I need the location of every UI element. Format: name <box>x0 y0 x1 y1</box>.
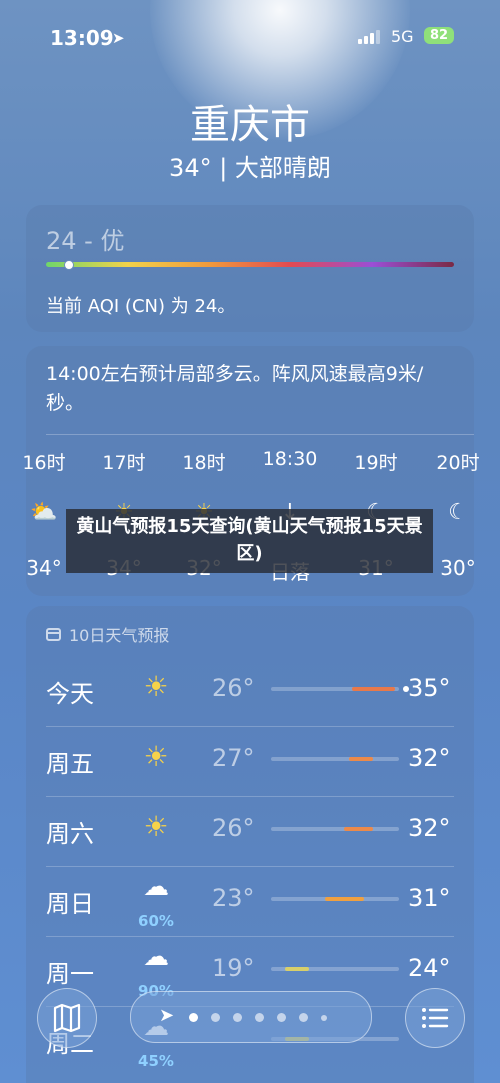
low-temp: 19° <box>212 954 255 982</box>
battery-indicator: 82 <box>424 27 455 44</box>
low-temp: 26° <box>212 814 255 842</box>
sun-icon: ☀ <box>143 810 169 843</box>
hourly-description: 14:00左右预计局部多云。阵风风速最高9米/秒。 <box>46 363 424 414</box>
high-temp: 32° <box>408 744 451 772</box>
aqi-description: 当前 AQI (CN) 为 24。 <box>46 296 236 317</box>
sun-icon: ☀ <box>143 670 169 703</box>
day-row[interactable]: 周日 ☁ 60% 23° 31° <box>26 866 474 936</box>
day-label: 今天 <box>46 680 94 708</box>
precip-chance: 60% <box>138 912 174 930</box>
hour-label: 18:30 <box>262 448 318 470</box>
aqi-value: 24 - 优 <box>46 227 125 255</box>
page-dot[interactable] <box>321 1015 327 1021</box>
high-temp: 24° <box>408 954 451 982</box>
cloud-rain-icon: ☁ <box>143 942 169 972</box>
city-name: 重庆市 <box>190 102 310 148</box>
temp-range-fill <box>325 897 364 901</box>
temp-range-fill <box>343 827 373 831</box>
high-temp: 35° <box>408 674 451 702</box>
list-button[interactable] <box>405 988 465 1048</box>
page-dot[interactable] <box>255 1013 264 1022</box>
temp-range-track <box>271 757 399 761</box>
page-dot[interactable] <box>211 1013 220 1022</box>
daily-header-label: 10日天气预报 <box>69 626 170 645</box>
temp-range-fill <box>285 967 309 971</box>
low-temp: 23° <box>212 884 255 912</box>
aqi-indicator <box>64 260 74 270</box>
page-dot[interactable] <box>277 1013 286 1022</box>
list-icon <box>422 1008 449 1028</box>
daily-header: 10日天气预报 <box>46 622 169 646</box>
low-temp: 27° <box>212 744 255 772</box>
day-row[interactable]: 今天 ☀ 26° 35° <box>26 656 474 726</box>
temp-range-track <box>271 827 399 831</box>
current-condition: 34° | 大部晴朗 <box>169 154 331 182</box>
location-arrow-icon: ➤ <box>112 29 125 47</box>
status-bar: 13:09 ➤ 5G 82 <box>0 26 500 50</box>
hour-label: 16时 <box>22 452 66 474</box>
high-temp: 32° <box>408 814 451 842</box>
sun-icon: ☀ <box>143 740 169 773</box>
day-label: 周一 <box>46 960 94 988</box>
location-arrow-icon: ➤ <box>159 1005 175 1026</box>
day-label: 周日 <box>46 890 94 918</box>
bottom-toolbar: ➤ <box>0 985 500 1055</box>
day-row[interactable]: 周六 ☀ 26° 32° <box>26 796 474 866</box>
cloud-rain-icon: ☁ <box>143 872 169 902</box>
divider <box>46 434 474 435</box>
high-temp: 31° <box>408 884 451 912</box>
signal-icon <box>358 30 380 44</box>
aqi-scale-bar <box>46 262 454 267</box>
network-label: 5G <box>391 27 414 46</box>
map-icon <box>53 1003 81 1033</box>
day-row[interactable]: 周五 ☀ 27° 32° <box>26 726 474 796</box>
page-dot[interactable] <box>299 1013 308 1022</box>
page-indicator[interactable]: ➤ <box>130 991 372 1043</box>
aqi-card[interactable]: 24 - 优 当前 AQI (CN) 为 24。 <box>26 205 474 332</box>
temp-range-fill <box>349 757 373 761</box>
hour-label: 19时 <box>354 452 398 474</box>
temp-range-track <box>271 897 399 901</box>
page-dots <box>189 1013 327 1022</box>
page-dot[interactable] <box>233 1013 242 1022</box>
low-temp: 26° <box>212 674 255 702</box>
temp-range-track <box>271 967 399 971</box>
day-label: 周五 <box>46 750 94 778</box>
temp-range-fill <box>352 687 396 691</box>
calendar-icon <box>46 627 61 641</box>
temp-range-track <box>271 686 409 692</box>
hour-label: 17时 <box>102 452 146 474</box>
overlay-banner: 黄山气预报15天查询(黄山天气预报15天景区) <box>66 509 433 573</box>
page-dot[interactable] <box>189 1013 198 1022</box>
day-label: 周六 <box>46 820 94 848</box>
hour-label: 20时 <box>436 452 480 474</box>
map-button[interactable] <box>37 988 97 1048</box>
hour-label: 18时 <box>182 452 226 474</box>
status-time: 13:09 <box>50 26 114 50</box>
